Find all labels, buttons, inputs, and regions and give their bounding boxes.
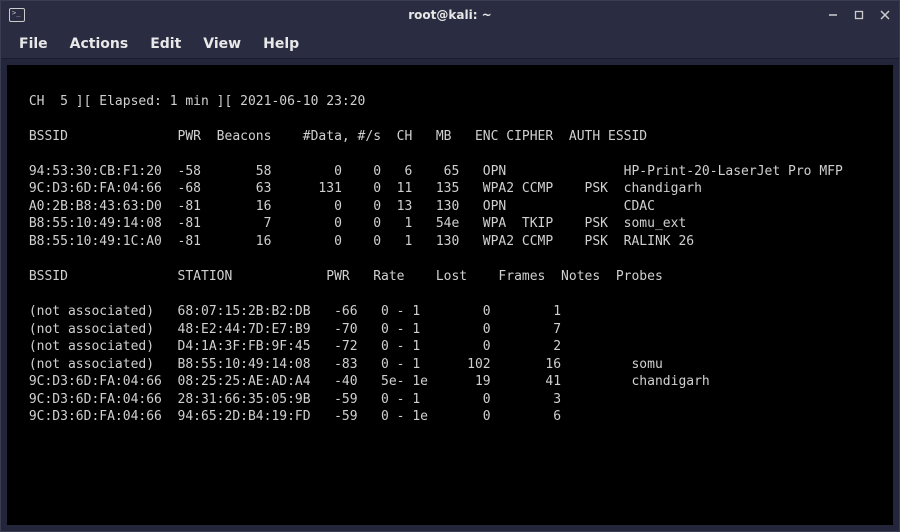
close-button[interactable] — [879, 9, 891, 21]
menu-edit[interactable]: Edit — [150, 36, 181, 52]
terminal-window: root@kali: ~ File Actions Edit View Help… — [0, 0, 900, 532]
terminal-icon — [9, 8, 25, 22]
window-controls — [827, 9, 891, 21]
titlebar[interactable]: root@kali: ~ — [1, 1, 899, 29]
terminal-output[interactable]: CH 5 ][ Elapsed: 1 min ][ 2021-06-10 23:… — [7, 65, 893, 525]
window-title: root@kali: ~ — [408, 8, 491, 22]
menu-actions[interactable]: Actions — [70, 36, 129, 52]
menubar: File Actions Edit View Help — [1, 29, 899, 59]
minimize-button[interactable] — [827, 9, 839, 21]
menu-help[interactable]: Help — [263, 36, 299, 52]
maximize-button[interactable] — [853, 9, 865, 21]
menu-file[interactable]: File — [19, 36, 48, 52]
menu-view[interactable]: View — [203, 36, 241, 52]
